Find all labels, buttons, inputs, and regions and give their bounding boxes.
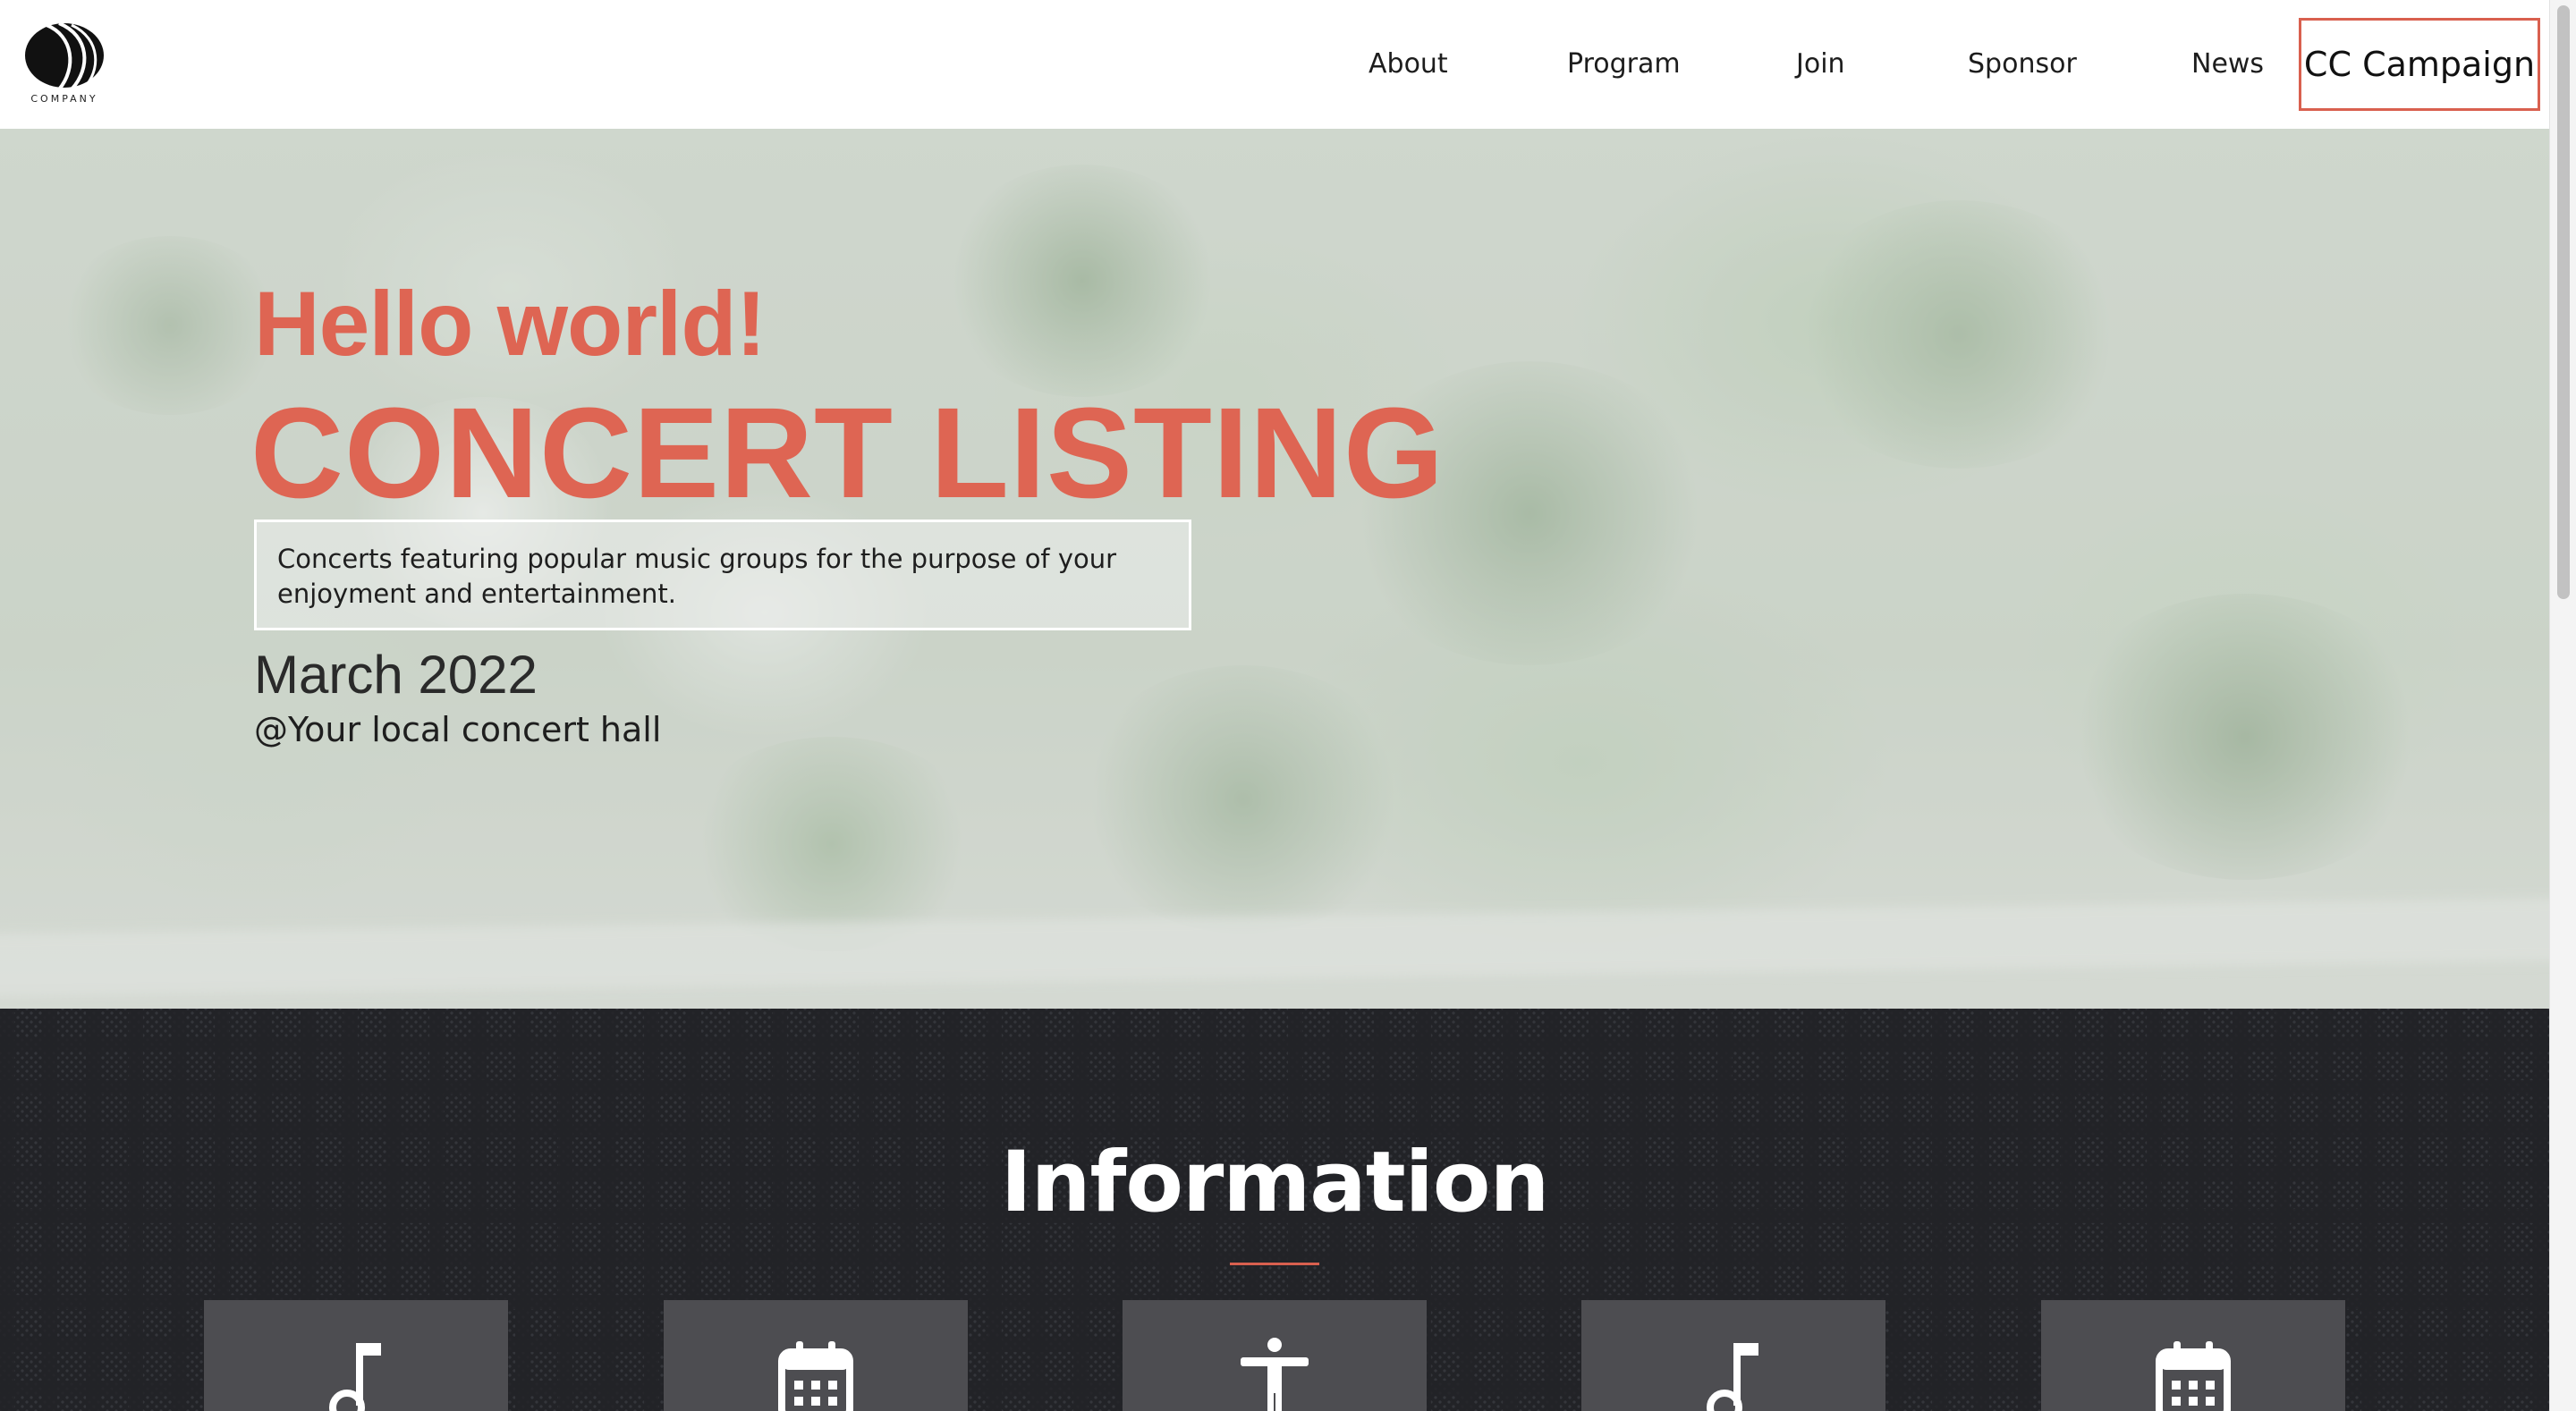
event-date: March 2022 [254, 645, 538, 705]
information-section: Information [0, 1009, 2549, 1411]
vertical-scrollbar[interactable] [2549, 0, 2576, 1411]
info-card-music[interactable] [1581, 1300, 1885, 1411]
hero-title: CONCERT LISTING [250, 381, 1445, 525]
info-card-accessibility[interactable] [1123, 1300, 1427, 1411]
calendar-icon [2156, 1341, 2231, 1411]
music-note-icon [1707, 1343, 1758, 1411]
information-title: Information [1000, 1134, 1550, 1231]
scrollbar-thumb[interactable] [2557, 5, 2570, 599]
hero-section: Hello world! CONCERT LISTING Concerts fe… [0, 129, 2549, 1009]
calendar-icon [778, 1341, 853, 1411]
event-venue: @Your local concert hall [254, 710, 662, 749]
nav-program[interactable]: Program [1567, 41, 1681, 88]
nav-about[interactable]: About [1368, 41, 1448, 88]
info-card-calendar[interactable] [2041, 1300, 2345, 1411]
nav-cc-campaign-button[interactable]: CC Campaign [2299, 18, 2540, 111]
music-note-icon [329, 1343, 381, 1411]
nav-join[interactable]: Join [1796, 41, 1845, 88]
info-card-calendar[interactable] [664, 1300, 968, 1411]
person-icon [1241, 1338, 1309, 1411]
title-divider [1230, 1263, 1319, 1265]
main-nav: About Program Join Sponsor News CC Campa… [0, 0, 2549, 129]
hero-greeting: Hello world! [254, 273, 767, 375]
site-header: COMPANY About Program Join Sponsor News … [0, 0, 2549, 129]
nav-sponsor[interactable]: Sponsor [1968, 41, 2077, 88]
nav-news[interactable]: News [2191, 41, 2264, 88]
info-card-music[interactable] [204, 1300, 508, 1411]
hero-description: Concerts featuring popular music groups … [254, 520, 1191, 630]
